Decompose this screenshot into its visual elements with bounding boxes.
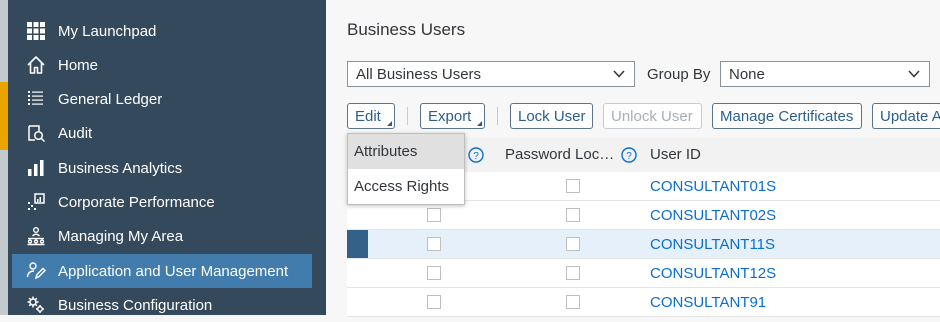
manage-certificates-label: Manage Certificates <box>720 107 854 125</box>
password-locked-checkbox[interactable] <box>566 295 580 309</box>
user-id-link[interactable]: CONSULTANT12S <box>650 265 776 282</box>
password-locked-checkbox[interactable] <box>566 237 580 251</box>
menu-indicator-icon <box>387 121 392 126</box>
sidebar: My Launchpad Home General Ledger Audit B… <box>0 0 326 315</box>
sidebar-item-application-and-user-management[interactable]: Application and User Management <box>12 254 312 288</box>
menu-indicator-icon <box>477 121 482 126</box>
sidebar-item-label: Audit <box>58 124 93 142</box>
sidebar-item-label: General Ledger <box>58 90 163 108</box>
sidebar-item-label: Application and User Management <box>58 262 289 280</box>
edit-menu-button[interactable]: Edit <box>347 103 395 129</box>
audit-icon <box>24 122 48 144</box>
column-header-user-id[interactable]: User ID <box>650 146 701 163</box>
sidebar-item-business-analytics[interactable]: Business Analytics <box>12 151 312 185</box>
menu-item-attributes[interactable]: Attributes <box>348 134 464 169</box>
row-checkbox[interactable] <box>427 208 441 222</box>
row-selection-marker <box>347 230 368 258</box>
toolbar-separator <box>497 107 498 125</box>
sidebar-rail <box>0 0 8 315</box>
menu-item-access-rights[interactable]: Access Rights <box>348 169 464 204</box>
sidebar-item-label: My Launchpad <box>58 22 157 40</box>
list-icon <box>24 88 48 110</box>
group-by-select-value: None <box>729 65 765 83</box>
bar-chart-icon <box>24 157 48 179</box>
help-icon[interactable]: ? <box>621 147 637 163</box>
filter-select-value: All Business Users <box>356 65 482 83</box>
column-header-password-locked[interactable]: Password Loc… <box>505 146 614 163</box>
toolbar-separator <box>407 107 408 125</box>
chevron-down-icon <box>908 70 920 78</box>
edit-button-label: Edit <box>355 107 381 125</box>
business-users-filter-select[interactable]: All Business Users <box>347 61 635 87</box>
lock-user-button[interactable]: Lock User <box>510 103 593 129</box>
sidebar-rail-accent <box>0 82 8 150</box>
sidebar-item-label: Managing My Area <box>58 227 184 245</box>
export-button-label: Export <box>428 107 472 125</box>
group-by-select[interactable]: None <box>720 61 930 87</box>
user-id-link[interactable]: CONSULTANT91 <box>650 294 766 311</box>
chevron-down-icon <box>613 70 625 78</box>
table-row[interactable]: CONSULTANT12S <box>347 259 940 288</box>
group-by-label: Group By <box>647 66 711 83</box>
export-menu-button[interactable]: Export <box>420 103 485 129</box>
password-locked-checkbox[interactable] <box>566 266 580 280</box>
table-row[interactable]: CONSULTANT02S <box>347 201 940 230</box>
sidebar-item-home[interactable]: Home <box>12 48 312 82</box>
lock-user-label: Lock User <box>518 107 586 125</box>
grid-icon <box>24 20 48 42</box>
svg-text:?: ? <box>473 151 479 162</box>
sidebar-item-label: Business Analytics <box>58 159 183 177</box>
page-title: Business Users <box>347 20 466 39</box>
svg-text:?: ? <box>626 151 632 162</box>
help-icon[interactable]: ? <box>468 147 484 163</box>
edit-dropdown-menu: Attributes Access Rights <box>347 133 465 205</box>
update-label: Update A <box>880 107 940 125</box>
password-locked-checkbox[interactable] <box>566 179 580 193</box>
user-id-link[interactable]: CONSULTANT02S <box>650 207 776 224</box>
sidebar-item-business-configuration[interactable]: Business Configuration <box>12 288 312 322</box>
manage-certificates-button[interactable]: Manage Certificates <box>712 103 862 129</box>
sidebar-item-label: Business Configuration <box>58 296 213 314</box>
row-checkbox[interactable] <box>427 237 441 251</box>
sidebar-item-audit[interactable]: Audit <box>12 116 312 150</box>
user-edit-icon <box>24 260 48 282</box>
password-locked-checkbox[interactable] <box>566 208 580 222</box>
table-row-selected[interactable]: CONSULTANT11S <box>347 230 940 259</box>
unlock-user-label: Unlock User <box>611 107 693 125</box>
sidebar-item-my-launchpad[interactable]: My Launchpad <box>12 14 312 48</box>
gears-icon <box>24 294 48 316</box>
row-checkbox[interactable] <box>427 266 441 280</box>
update-button[interactable]: Update A <box>872 103 940 129</box>
performance-icon <box>24 191 48 213</box>
org-chart-icon <box>24 225 48 247</box>
sidebar-item-general-ledger[interactable]: General Ledger <box>12 82 312 116</box>
sidebar-item-managing-my-area[interactable]: Managing My Area <box>12 219 312 253</box>
sidebar-item-label: Corporate Performance <box>58 193 215 211</box>
user-id-link[interactable]: CONSULTANT01S <box>650 178 776 195</box>
home-icon <box>24 54 48 76</box>
row-checkbox[interactable] <box>427 295 441 309</box>
table-row[interactable]: CONSULTANT91 <box>347 288 940 317</box>
unlock-user-button[interactable]: Unlock User <box>603 103 702 129</box>
sidebar-item-label: Home <box>58 56 99 74</box>
user-id-link[interactable]: CONSULTANT11S <box>650 236 775 253</box>
sidebar-item-corporate-performance[interactable]: Corporate Performance <box>12 185 312 219</box>
